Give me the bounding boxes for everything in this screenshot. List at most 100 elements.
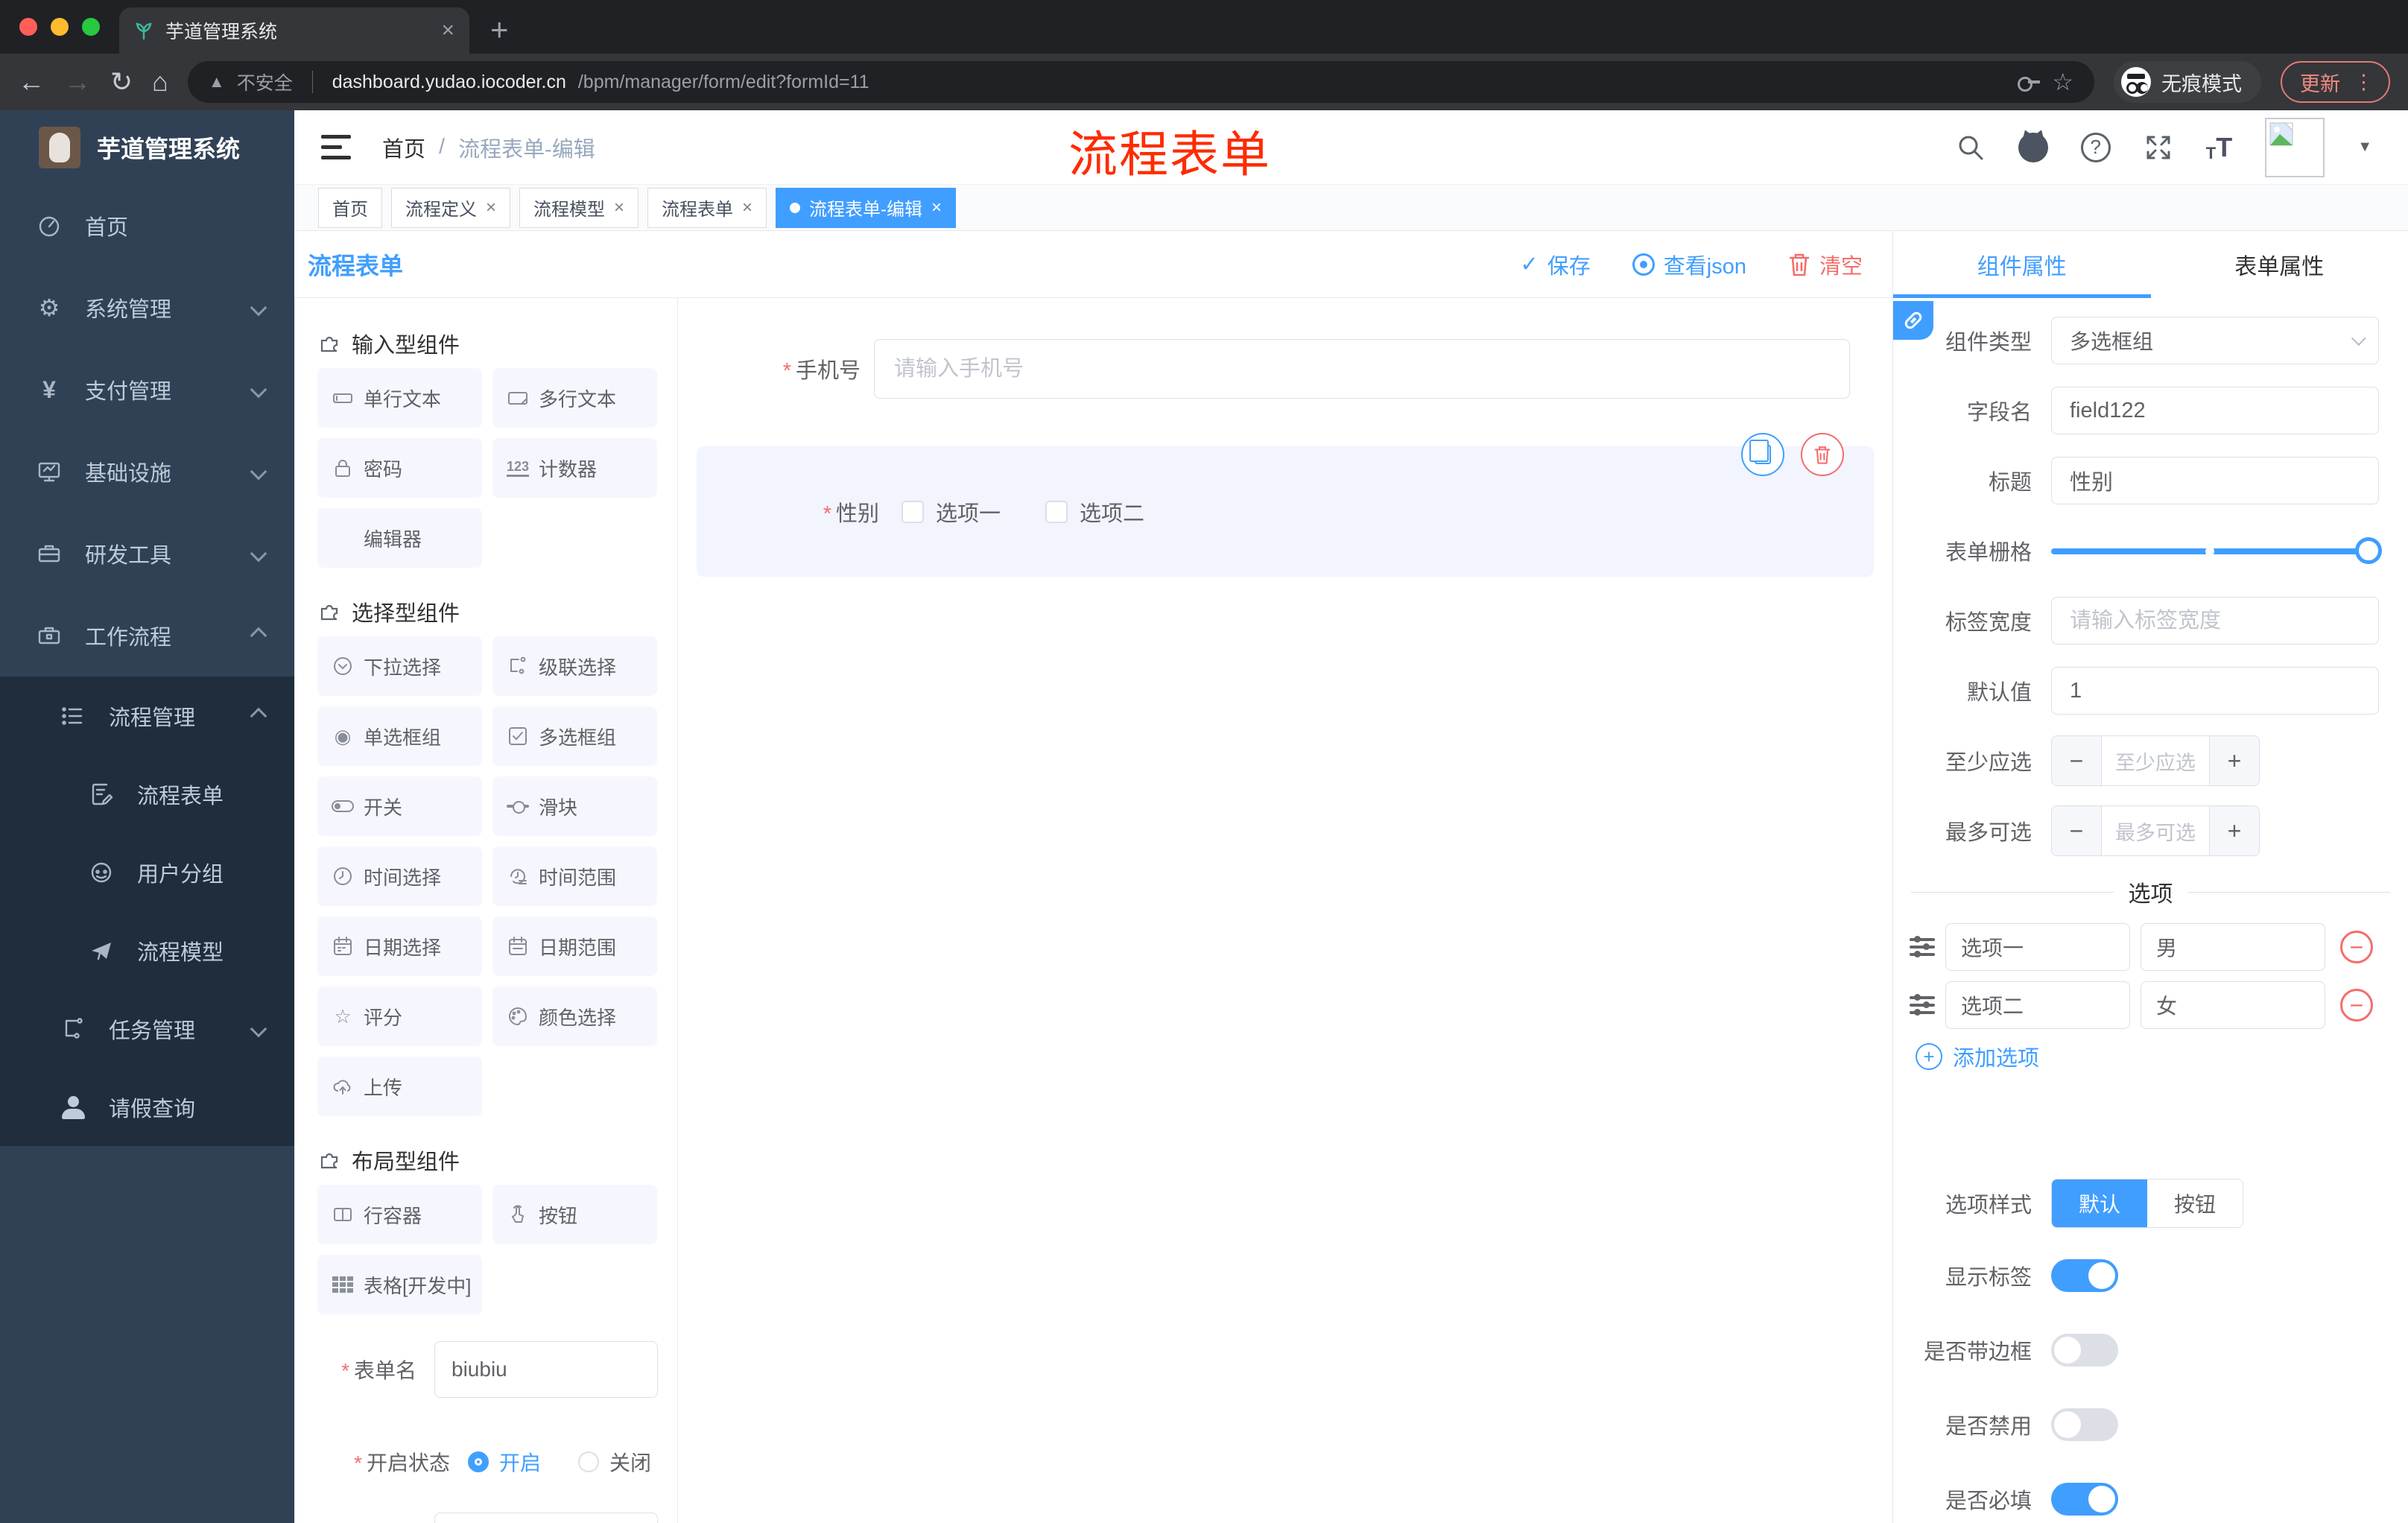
palette-item-password[interactable]: 密码 [317, 438, 482, 498]
palette-item-textarea[interactable]: 多行文本 [492, 368, 657, 428]
checkbox[interactable] [1045, 500, 1068, 523]
sidebar-item-infra[interactable]: 基础设施 [0, 431, 294, 513]
browser-menu-icon[interactable]: ⋮ [2354, 71, 2374, 94]
tab-form-props[interactable]: 表单属性 [2151, 231, 2408, 298]
remark-textarea[interactable]: 嘿嘿 [434, 1513, 658, 1523]
sidebar-item-process-form[interactable]: 流程表单 [0, 755, 294, 833]
palette-item-counter[interactable]: 123 计数器 [492, 438, 657, 498]
sidebar-item-workflow[interactable]: 工作流程 [0, 595, 294, 677]
tag-close-icon[interactable]: × [486, 197, 496, 218]
checkbox[interactable] [902, 500, 924, 523]
palette-item-switch[interactable]: 开关 [317, 776, 482, 836]
palette-item-button[interactable]: 按钮 [492, 1185, 657, 1244]
sidebar-item-leave-query[interactable]: 请假查询 [0, 1068, 294, 1146]
reload-icon[interactable]: ↻ [110, 66, 133, 98]
palette-item-table[interactable]: 表格[开发中] [317, 1255, 482, 1314]
back-icon[interactable]: ← [18, 66, 45, 98]
browser-tab[interactable]: 芋道管理系统 × [119, 7, 469, 54]
tab-close-icon[interactable]: × [441, 18, 454, 43]
title-input[interactable] [2051, 457, 2379, 504]
app-logo[interactable]: 芋道管理系统 [0, 110, 294, 185]
sidebar-item-process-model[interactable]: 流程模型 [0, 911, 294, 990]
sidebar-item-task-mgmt[interactable]: 任务管理 [0, 990, 294, 1068]
stepper-minus-button[interactable]: − [2052, 736, 2101, 785]
tag-process-definition[interactable]: 流程定义 × [391, 187, 511, 228]
sidebar-item-devtools[interactable]: 研发工具 [0, 513, 294, 595]
tab-component-props[interactable]: 组件属性 [1893, 231, 2151, 298]
add-option-button[interactable]: + 添加选项 [1893, 1034, 2408, 1079]
tag-home[interactable]: 首页 [318, 187, 382, 228]
component-type-select[interactable]: 多选框组 [2051, 317, 2379, 364]
palette-item-date-picker[interactable]: 日期选择 [317, 916, 482, 976]
phone-input[interactable] [874, 339, 1850, 399]
close-window-button[interactable] [19, 18, 37, 36]
github-icon[interactable] [2018, 132, 2048, 162]
remove-option-button[interactable]: − [2340, 931, 2373, 963]
drag-handle-icon[interactable] [1910, 994, 1935, 1016]
home-icon[interactable]: ⌂ [152, 66, 168, 98]
delete-field-button[interactable] [1801, 433, 1844, 476]
palette-item-upload[interactable]: 上传 [317, 1057, 482, 1116]
stepper-plus-button[interactable]: + [2210, 736, 2259, 785]
avatar-caret-icon[interactable]: ▼ [2357, 139, 2372, 156]
gender-option-2[interactable]: 选项二 [1045, 496, 1144, 528]
avatar[interactable] [2265, 117, 2325, 177]
show-label-toggle[interactable] [2051, 1259, 2118, 1292]
tag-process-form-edit[interactable]: 流程表单-编辑 × [776, 187, 957, 228]
palette-item-radio-group[interactable]: ◉ 单选框组 [317, 706, 482, 766]
remove-option-button[interactable]: − [2340, 989, 2373, 1022]
stepper-value[interactable]: 至少应选 [2101, 736, 2210, 785]
tag-process-model[interactable]: 流程模型 × [519, 187, 639, 228]
style-default-button[interactable]: 默认 [2052, 1180, 2148, 1227]
status-radio-on[interactable]: 开启 [468, 1447, 541, 1477]
style-button-button[interactable]: 按钮 [2147, 1180, 2243, 1227]
tag-process-form[interactable]: 流程表单 × [647, 187, 767, 228]
stepper-minus-button[interactable]: − [2052, 806, 2101, 855]
option-value-input[interactable] [2141, 923, 2325, 971]
clear-button[interactable]: 清空 [1788, 249, 1863, 280]
palette-item-single-text[interactable]: 单行文本 [317, 368, 482, 428]
gender-option-1[interactable]: 选项一 [902, 496, 1001, 528]
border-toggle[interactable] [2051, 1334, 2118, 1367]
sidebar-item-user-group[interactable]: 用户分组 [0, 833, 294, 911]
tag-close-icon[interactable]: × [742, 197, 752, 218]
palette-item-color-picker[interactable]: 颜色选择 [492, 987, 657, 1046]
palette-item-date-range[interactable]: 日期范围 [492, 916, 657, 976]
search-icon[interactable] [1956, 133, 1986, 162]
save-button[interactable]: ✓ 保存 [1520, 249, 1590, 280]
zoom-window-button[interactable] [82, 18, 100, 36]
field-name-input[interactable] [2051, 387, 2379, 434]
sidebar-fold-icon[interactable] [321, 134, 351, 160]
required-toggle[interactable] [2051, 1483, 2118, 1516]
stepper-value[interactable]: 最多可选 [2101, 806, 2210, 855]
palette-item-rate[interactable]: ☆ 评分 [317, 987, 482, 1046]
slider-thumb[interactable] [2355, 537, 2382, 564]
security-label[interactable]: 不安全 [237, 69, 293, 95]
palette-item-checkbox-group[interactable]: 多选框组 [492, 706, 657, 766]
help-icon[interactable]: ? [2080, 132, 2111, 162]
duplicate-field-button[interactable] [1741, 433, 1784, 476]
sidebar-item-system[interactable]: ⚙ 系统管理 [0, 267, 294, 349]
tag-close-icon[interactable]: × [614, 197, 624, 218]
drag-handle-icon[interactable] [1910, 936, 1935, 957]
forward-icon[interactable]: → [64, 66, 91, 98]
palette-item-row-container[interactable]: 行容器 [317, 1185, 482, 1244]
sidebar-item-home[interactable]: 首页 [0, 185, 294, 267]
form-grid-slider[interactable] [2051, 537, 2382, 564]
new-tab-button[interactable]: + [490, 12, 509, 48]
form-name-input[interactable] [434, 1341, 658, 1398]
option-label-input[interactable] [1945, 923, 2130, 971]
password-key-icon[interactable] [2018, 77, 2041, 92]
palette-item-time-picker[interactable]: 时间选择 [317, 846, 482, 906]
canvas-field-phone[interactable]: * 手机号 [678, 339, 1892, 399]
label-width-input[interactable] [2051, 597, 2379, 645]
bookmark-star-icon[interactable]: ☆ [2052, 68, 2073, 96]
tag-close-icon[interactable]: × [931, 197, 942, 218]
link-button[interactable] [1893, 301, 1933, 340]
fullscreen-icon[interactable] [2144, 133, 2173, 162]
option-label-input[interactable] [1945, 981, 2130, 1029]
update-label[interactable]: 更新 [2300, 68, 2340, 97]
palette-item-editor[interactable]: 编辑器 [317, 508, 482, 568]
option-value-input[interactable] [2141, 981, 2325, 1029]
palette-item-select[interactable]: 下拉选择 [317, 636, 482, 696]
